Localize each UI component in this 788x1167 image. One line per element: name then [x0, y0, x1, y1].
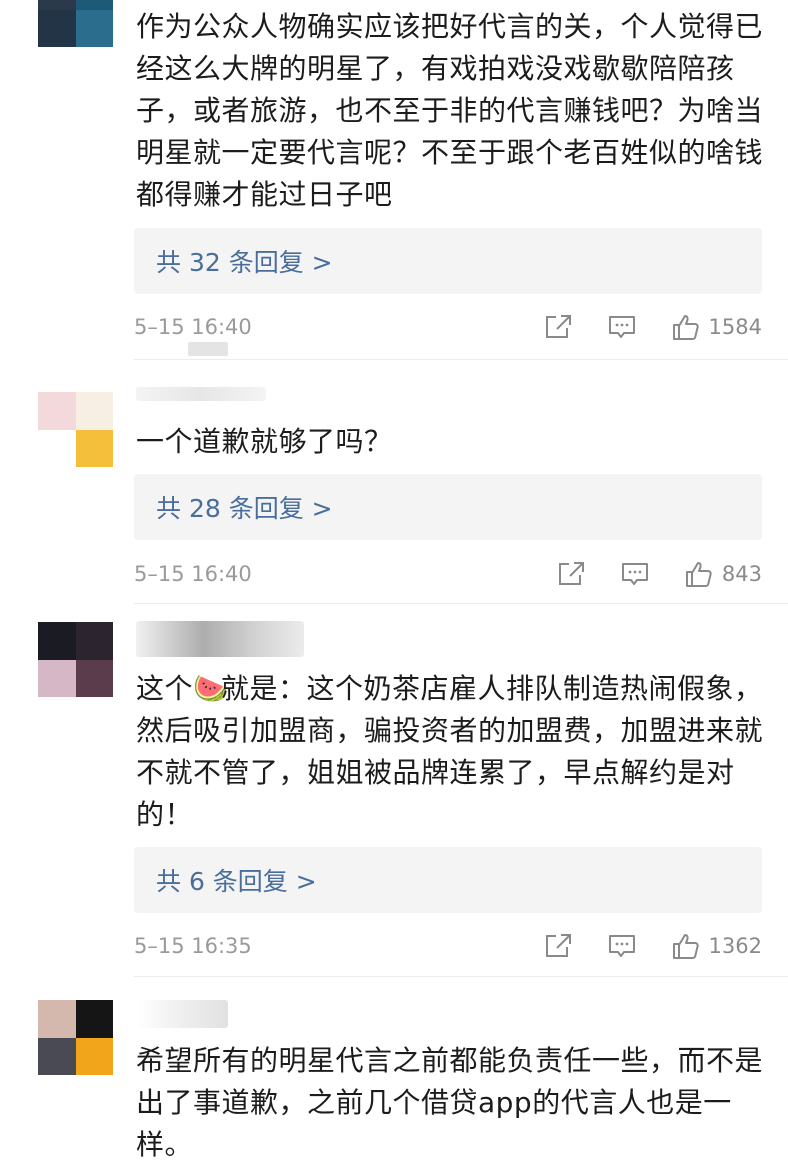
like-button[interactable]: 843 — [684, 559, 762, 589]
comment-icon — [621, 563, 648, 585]
like-count: 1362 — [708, 934, 762, 958]
comment-text-part: 就是：这个奶茶店雇人排队制造热闹假象，然后吸引加盟商，骗投资者的加盟费，加盟进来… — [136, 672, 764, 831]
view-replies-button[interactable]: 共 6 条回复 > — [134, 847, 762, 913]
avatar[interactable] — [38, 392, 113, 467]
comment-text: 这个🍉就是：这个奶茶店雇人排队制造热闹假象，然后吸引加盟商，骗投资者的加盟费，加… — [136, 668, 766, 836]
watermelon-icon: 🍉 — [193, 672, 229, 705]
username-blurred — [136, 1000, 228, 1028]
comment-actions: 1362 — [509, 931, 762, 961]
thumbs-up-icon — [672, 934, 699, 959]
avatar[interactable] — [38, 0, 113, 47]
thumbs-up-icon — [672, 315, 699, 340]
share-icon — [558, 562, 584, 585]
comment-text-part: 这个 — [136, 672, 194, 705]
share-icon — [545, 934, 571, 957]
share-button[interactable] — [543, 932, 573, 960]
divider — [134, 603, 788, 604]
divider — [134, 359, 788, 360]
timestamp: 5–15 16:40 — [134, 315, 252, 339]
like-count: 1584 — [708, 315, 762, 339]
share-icon — [545, 315, 571, 338]
comment-icon — [608, 935, 635, 957]
thumbs-up-icon — [685, 562, 712, 587]
comment-button[interactable] — [607, 313, 637, 341]
comment-text: 希望所有的明星代言之前都能负责任一些，而不是出了事道歉，之前几个借贷app的代言… — [136, 1044, 764, 1161]
username-blurred — [136, 621, 304, 657]
like-button[interactable]: 1362 — [671, 931, 762, 961]
comment-icon — [608, 316, 635, 338]
view-replies-button[interactable]: 共 28 条回复 > — [134, 474, 762, 540]
avatar[interactable] — [38, 1000, 113, 1075]
share-button[interactable] — [543, 313, 573, 341]
comment-meta: 5–15 16:40 843 — [134, 556, 762, 592]
timestamp: 5–15 16:35 — [134, 934, 252, 958]
like-count: 843 — [721, 562, 762, 586]
comment-text: 一个道歉就够了吗？ — [136, 425, 393, 458]
comment-text: 作为公众人物确实应该把好代言的关，个人觉得已经这么大牌的明星了，有戏拍戏没戏歇歇… — [136, 10, 764, 211]
username-blurred — [136, 387, 266, 401]
comment-button[interactable] — [607, 932, 637, 960]
comment-actions: 1584 — [509, 312, 762, 342]
comment-meta: 5–15 16:40 1584 — [134, 309, 762, 345]
comment-button[interactable] — [620, 560, 650, 588]
timestamp: 5–15 16:40 — [134, 562, 252, 586]
share-button[interactable] — [556, 560, 586, 588]
view-replies-button[interactable]: 共 32 条回复 > — [134, 228, 762, 294]
comment-meta: 5–15 16:35 1362 — [134, 928, 762, 964]
blurred-text — [188, 342, 228, 356]
comment-actions: 843 — [522, 559, 762, 589]
avatar[interactable] — [38, 622, 113, 697]
like-button[interactable]: 1584 — [671, 312, 762, 342]
divider — [134, 976, 788, 977]
